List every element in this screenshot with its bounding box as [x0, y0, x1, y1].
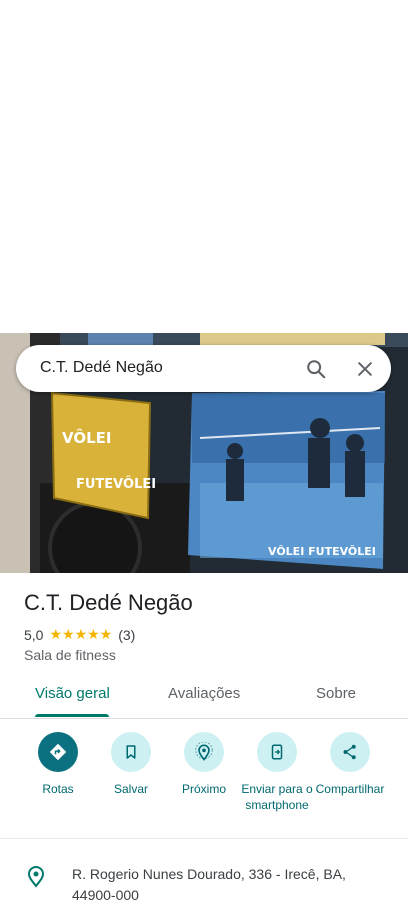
rating-stars: ★★★★★ [49, 626, 113, 642]
save-button[interactable]: Salvar [91, 732, 171, 797]
search-icon[interactable] [303, 356, 329, 382]
tab-overview[interactable]: Visão geral [35, 685, 110, 702]
send-to-phone-label: Enviar para o smartphone [241, 782, 313, 812]
rating-row[interactable]: 5,0 ★★★★★ (3) [24, 626, 135, 643]
tab-reviews[interactable]: Avaliações [168, 685, 240, 702]
share-label: Compartilhar [315, 782, 385, 796]
address-row[interactable]: R. Rogerio Nunes Dourado, 336 - Irecê, B… [0, 852, 408, 906]
rating-value: 5,0 [24, 626, 44, 643]
close-icon[interactable] [352, 356, 378, 382]
search-input[interactable]: C.T. Dedé Negão [40, 359, 163, 377]
location-pin-icon [24, 864, 48, 893]
place-category[interactable]: Sala de fitness [24, 647, 116, 663]
nearby-icon [184, 732, 224, 772]
save-label: Salvar [113, 782, 148, 796]
active-tab-indicator [35, 714, 109, 717]
tab-about[interactable]: Sobre [316, 685, 356, 702]
directions-label: Rotas [42, 782, 74, 796]
place-title: C.T. Dedé Negão [24, 590, 193, 615]
address-text: R. Rogerio Nunes Dourado, 336 - Irecê, B… [72, 866, 346, 903]
share-button[interactable]: Compartilhar [310, 732, 390, 797]
send-to-phone-icon [257, 732, 297, 772]
share-icon [330, 732, 370, 772]
nearby-button[interactable]: Próximo [164, 732, 244, 797]
directions-button[interactable]: Rotas [18, 732, 98, 797]
action-bar: Rotas Salvar Próximo Enviar para o smart… [0, 720, 408, 839]
directions-icon [38, 732, 78, 772]
nearby-label: Próximo [181, 782, 226, 796]
review-count: (3) [118, 626, 136, 643]
sign-text-futevolei: FUTEVÔLEI [76, 476, 156, 492]
banner-text: VÔLEI FUTEVÔLEI [268, 545, 376, 558]
search-bar[interactable]: C.T. Dedé Negão [16, 345, 391, 392]
sign-text-volei: VÔLEI [62, 428, 111, 447]
bookmark-icon [111, 732, 151, 772]
send-to-phone-button[interactable]: Enviar para o smartphone [237, 732, 317, 813]
tab-bar: Visão geral Avaliações Sobre [0, 676, 408, 719]
